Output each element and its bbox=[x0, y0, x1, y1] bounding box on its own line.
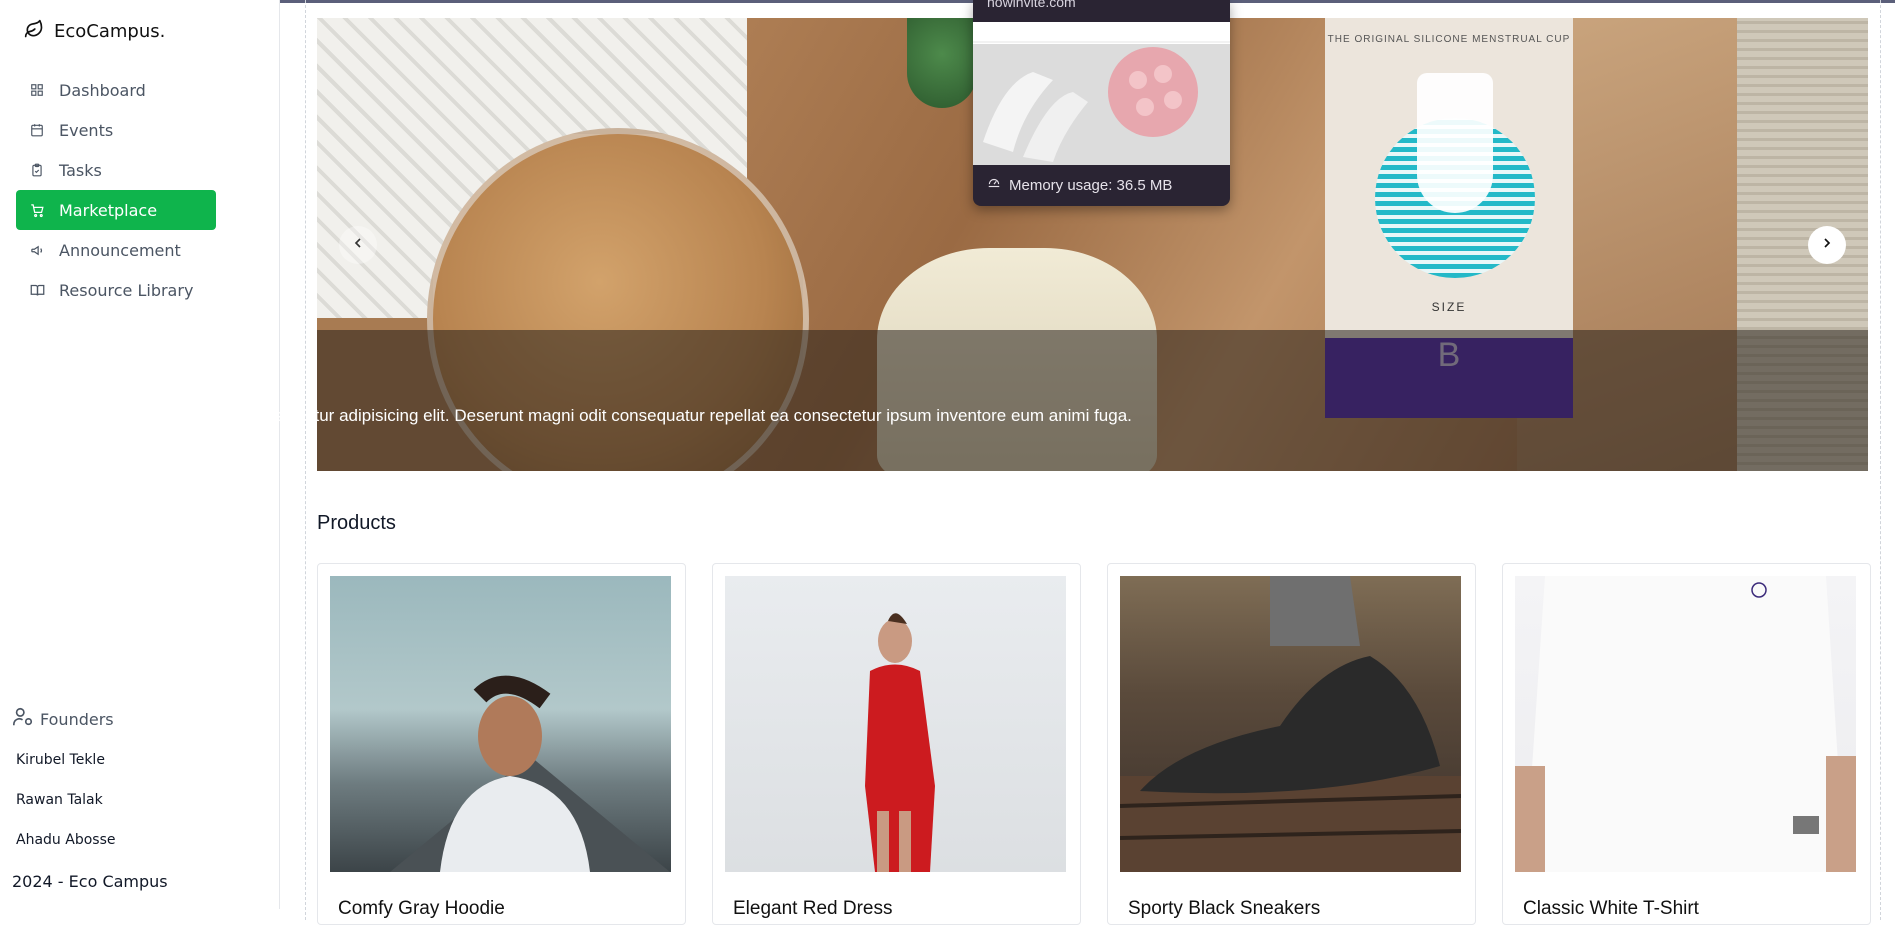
users-cog-icon bbox=[12, 706, 34, 732]
sidebar-item-marketplace[interactable]: Marketplace bbox=[16, 190, 216, 230]
products-heading: Products bbox=[317, 512, 396, 534]
copyright: 2024 - Eco Campus bbox=[12, 872, 168, 891]
sidebar-item-label: Marketplace bbox=[59, 200, 158, 220]
logo[interactable]: EcoCampus. bbox=[24, 19, 165, 43]
banner-caption-overlay bbox=[317, 330, 1868, 471]
product-card[interactable]: Comfy Gray Hoodie bbox=[317, 563, 686, 925]
founders-heading: Founders bbox=[12, 706, 114, 732]
memory-icon bbox=[987, 176, 1001, 194]
sidebar-item-label: Events bbox=[59, 120, 114, 140]
product-image[interactable] bbox=[725, 576, 1066, 872]
clipboard-icon bbox=[29, 162, 45, 178]
sidebar-item-label: Resource Library bbox=[59, 280, 194, 300]
sidebar-nav: Dashboard Events Tasks Marketplace Annou… bbox=[16, 70, 216, 310]
sidebar-item-label: Announcement bbox=[59, 240, 181, 260]
founder-name: Kirubel Tekle bbox=[16, 752, 105, 768]
banner-box-size: SIZE bbox=[1431, 300, 1467, 314]
book-icon bbox=[29, 282, 45, 298]
cart-icon bbox=[29, 202, 45, 218]
tab-preview-tooltip: howinvite.com Memory usage: 36.5 MB bbox=[973, 0, 1230, 206]
dashboard-icon bbox=[29, 82, 45, 98]
banner-description: Lorem, ipsum dolor sit amet consectetur … bbox=[32, 406, 1132, 425]
sidebar-item-events[interactable]: Events bbox=[16, 110, 216, 150]
product-name: Elegant Red Dress bbox=[733, 898, 893, 919]
sidebar-item-label: Tasks bbox=[59, 160, 102, 180]
product-image[interactable] bbox=[1119, 576, 1462, 872]
product-card[interactable]: Sporty Black Sneakers bbox=[1107, 563, 1476, 925]
calendar-icon bbox=[29, 122, 45, 138]
banner-box-text: THE ORIGINAL SILICONE MENSTRUAL CUP bbox=[1327, 34, 1571, 45]
sidebar-item-tasks[interactable]: Tasks bbox=[16, 150, 216, 190]
tooltip-site: howinvite.com bbox=[987, 0, 1076, 10]
product-name: Sporty Black Sneakers bbox=[1128, 898, 1321, 919]
carousel-prev-button[interactable] bbox=[339, 226, 377, 264]
tooltip-memory-text: Memory usage: 36.5 MB bbox=[1009, 176, 1173, 194]
banner-plant bbox=[907, 18, 977, 108]
product-card[interactable]: Elegant Red Dress bbox=[712, 563, 1081, 925]
tooltip-thumbnail bbox=[973, 22, 1230, 165]
megaphone-icon bbox=[29, 242, 45, 258]
product-name: Comfy Gray Hoodie bbox=[338, 898, 505, 919]
founder-name: Rawan Talak bbox=[16, 792, 103, 808]
founders-heading-text: Founders bbox=[40, 709, 114, 729]
founder-name: Ahadu Abosse bbox=[16, 832, 116, 848]
logo-text: EcoCampus. bbox=[54, 20, 166, 42]
product-image[interactable] bbox=[1515, 576, 1856, 872]
leaf-icon bbox=[24, 19, 44, 43]
tooltip-memory: Memory usage: 36.5 MB bbox=[987, 176, 1172, 194]
sidebar-item-resource-library[interactable]: Resource Library bbox=[16, 270, 216, 310]
product-card[interactable]: Classic White T-Shirt bbox=[1502, 563, 1871, 925]
product-image[interactable] bbox=[330, 576, 671, 872]
carousel-next-button[interactable] bbox=[1808, 226, 1846, 264]
sidebar-item-label: Dashboard bbox=[59, 80, 146, 100]
sidebar-item-announcement[interactable]: Announcement bbox=[16, 230, 216, 270]
product-name: Classic White T-Shirt bbox=[1523, 898, 1699, 919]
banner-title: Featured products bbox=[32, 372, 234, 398]
sidebar: EcoCampus. Dashboard Events Tasks Market… bbox=[0, 0, 280, 909]
chevron-left-icon bbox=[350, 235, 366, 255]
chevron-right-icon bbox=[1819, 235, 1835, 255]
banner-cup bbox=[1417, 73, 1493, 213]
sidebar-item-dashboard[interactable]: Dashboard bbox=[16, 70, 216, 110]
